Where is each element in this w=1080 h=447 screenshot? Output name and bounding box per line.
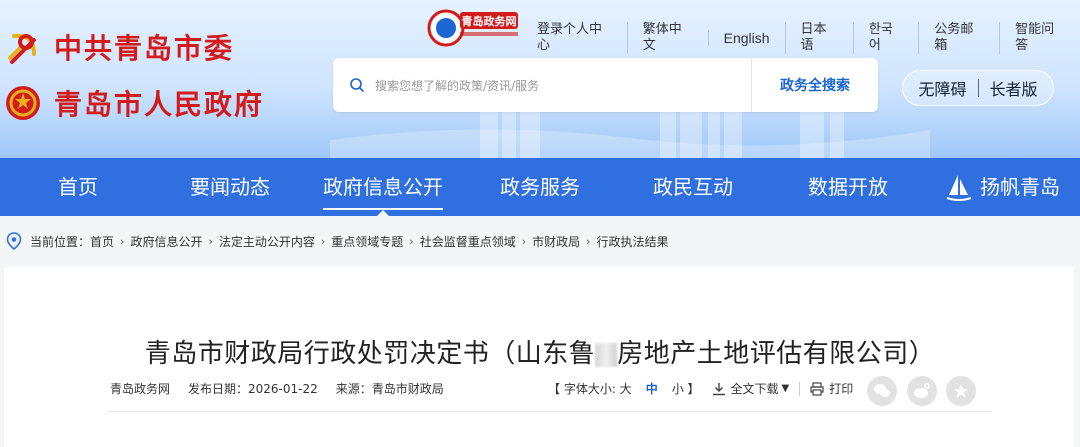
nav-gov-services[interactable]: 政务服务 [500,158,580,216]
elder-mode-button[interactable]: 长者版 [990,76,1038,100]
font-size-large[interactable]: 【 字体大小: 大 [548,380,632,397]
main-nav: 首页 要闻动态 政府信息公开 政务服务 政民互动 数据开放 扬帆青岛 [0,158,1080,216]
brand-party[interactable]: 中共青岛市委 [4,27,234,67]
download-caret-icon[interactable]: ▼ [782,383,790,394]
breadcrumb-item-key-fields[interactable]: 重点领域专题 [331,233,403,250]
redacted-char [595,342,618,367]
korean-link[interactable]: 한국어 [852,22,918,54]
nav-open-data[interactable]: 数据开放 [808,158,888,216]
party-emblem-icon [8,33,36,64]
brand-government[interactable]: 青岛市人民政府 [4,83,264,123]
traditional-chinese-link[interactable]: 繁体中文 [626,22,708,54]
japanese-link[interactable]: 日本语 [784,22,853,54]
print-button[interactable]: 打印 [829,380,853,397]
nav-gov-info-open[interactable]: 政府信息公开 [323,158,443,216]
english-link[interactable]: English [707,30,785,46]
search-button[interactable]: 政务全搜索 [752,58,878,112]
accessibility-switch: 无障碍 长者版 [902,70,1054,106]
font-size-medium[interactable]: 中 [646,380,658,397]
font-size-small[interactable]: 小 】 [672,380,700,397]
location-pin-icon [6,232,22,250]
brand-party-text: 中共青岛市委 [54,32,235,65]
meta-publish-date: 发布日期：2026-01-22 [188,382,318,396]
breadcrumb-label: 当前位置： [30,234,91,249]
site-header: 中共青岛市委 青岛市人民政府 青岛政务网 登录个人中心 繁体中文 English… [0,0,1080,158]
breadcrumb-item-statutory[interactable]: 法定主动公开内容 [219,233,315,250]
article-title-part2: 房地产土地评估有限公司） [617,339,936,369]
breadcrumb-chevron-icon: › [120,234,125,248]
nav-home[interactable]: 首页 [58,158,98,216]
breadcrumb-chevron-icon: › [320,234,326,248]
nav-news[interactable]: 要闻动态 [190,158,270,216]
nav-interaction[interactable]: 政民互动 [653,158,733,216]
tools-divider [799,381,801,396]
barrier-free-button[interactable]: 无障碍 [918,76,966,100]
article-title-part1: 青岛市财政局行政处罚决定书（山东鲁 [144,339,596,369]
search-input[interactable] [373,72,737,100]
breadcrumb-item-enforcement[interactable]: 行政执法结果 [597,233,669,250]
favorite-star-icon[interactable] [946,376,976,406]
article-title: 青岛市财政局行政处罚决定书（山东鲁 房地产土地评估有限公司） [0,333,1080,370]
meta-site: 青岛政务网 [110,382,171,396]
site-logo-icon[interactable]: 青岛政务网 [426,8,522,48]
search-box: 政务全搜索 [333,58,878,112]
brand-government-text: 青岛市人民政府 [54,88,265,121]
article-tools: 【 字体大小: 大 中 小 】 全文下载 ▼ 打印 [548,380,853,397]
wechat-share-icon[interactable] [867,376,897,406]
print-icon[interactable] [810,381,824,396]
breadcrumb-chevron-icon: › [208,234,213,248]
sail-icon [946,175,972,201]
breadcrumb-item-gov-info[interactable]: 政府信息公开 [130,233,202,250]
download-button[interactable]: 全文下载 [731,380,779,397]
breadcrumb-item-home[interactable]: 首页 [90,233,114,250]
nav-sail-qingdao[interactable]: 扬帆青岛 [980,158,1060,216]
meta-source: 来源：青岛市财政局 [335,382,444,396]
article-meta: 青岛政务网 发布日期：2026-01-22 来源：青岛市财政局 [110,380,462,397]
breadcrumb: 当前位置： 首页 › 政府信息公开 › 法定主动公开内容 › 重点领域专题 › … [0,216,1080,266]
breadcrumb-item-social-supervision[interactable]: 社会监督重点领域 [420,233,516,250]
access-divider [977,79,979,97]
breadcrumb-item-finance-bureau[interactable]: 市财政局 [532,233,580,250]
login-link[interactable]: 登录个人中心 [522,22,627,54]
weibo-share-icon[interactable] [907,376,937,406]
breadcrumb-chevron-icon: › [409,234,414,248]
national-emblem-icon [6,86,40,120]
top-links-bar: 登录个人中心 繁体中文 English 日本语 한국어 公务邮箱 智能问答 [522,22,1080,54]
meta-divider [108,411,992,412]
search-icon [350,78,364,92]
nav-gov-info-open-label: 政府信息公开 [323,175,443,199]
download-icon[interactable] [712,382,726,396]
official-mail-link[interactable]: 公务邮箱 [918,22,999,54]
breadcrumb-chevron-icon: › [586,234,591,248]
smart-qa-link[interactable]: 智能问答 [999,22,1080,54]
site-logo-text: 青岛政务网 [462,14,517,28]
breadcrumb-chevron-icon: › [521,234,527,248]
